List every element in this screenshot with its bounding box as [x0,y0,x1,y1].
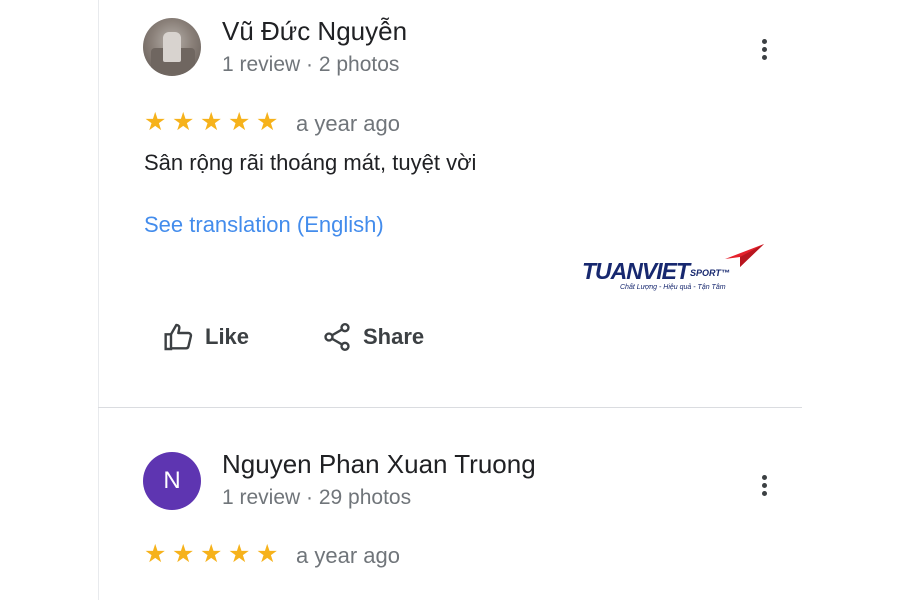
star-icon: ★ [256,540,279,568]
avatar[interactable] [143,18,201,76]
share-button[interactable]: Share [321,318,424,356]
review-time: a year ago [296,543,400,568]
more-vert-dot [762,483,767,488]
brand-tagline: Chất Lượng - Hiệu quả - Tận Tâm [620,284,726,291]
thumb-up-icon [164,323,193,351]
star-icon: ★ [256,108,279,136]
reviewer-name[interactable]: Vũ Đức Nguyễn [222,16,407,47]
like-button[interactable]: Like [163,318,249,356]
see-translation-link[interactable]: See translation (English) [144,212,384,238]
star-icon: ★ [228,108,251,136]
star-rating: ★ ★ ★ ★ ★ [144,108,284,137]
watermark-logo: TUANVIET SPORT™ Chất Lượng - Hiệu quả - … [580,243,775,301]
reviewer-meta[interactable]: 1 review · 29 photos [222,486,411,510]
star-icon: ★ [172,540,195,568]
reviewer-name[interactable]: Nguyen Phan Xuan Truong [222,449,536,480]
star-icon: ★ [144,108,167,136]
star-icon: ★ [144,540,167,568]
avatar-photo-figure [163,32,181,62]
brand-arrow-icon [725,244,764,267]
review-divider [98,407,802,408]
more-options-button[interactable] [755,473,775,501]
star-rating: ★ ★ ★ ★ ★ [144,540,284,569]
review-time: a year ago [296,111,400,136]
star-icon: ★ [200,108,223,136]
review-text: Sân rộng rãi thoáng mát, tuyệt vời [144,150,477,175]
star-icon: ★ [228,540,251,568]
more-vert-dot [762,55,767,60]
share-label: Share [363,324,425,349]
share-icon [324,323,350,351]
more-vert-dot [762,47,767,52]
star-icon: ★ [200,540,223,568]
review-card: Vũ Đức Nguyễn 1 review · 2 photos ★ ★ ★ ★ ★ … [0,0,900,408]
like-label: Like [205,324,250,349]
avatar[interactable]: N [143,452,201,510]
more-vert-icon [762,39,767,44]
brand-sub: SPORT™ [690,268,730,278]
more-vert-icon [762,475,767,480]
reviewer-meta[interactable]: 1 review · 2 photos [222,53,399,77]
more-vert-dot [762,491,767,496]
star-icon: ★ [172,108,195,136]
brand-name: TUANVIET [582,258,690,284]
more-options-button[interactable] [755,37,775,65]
